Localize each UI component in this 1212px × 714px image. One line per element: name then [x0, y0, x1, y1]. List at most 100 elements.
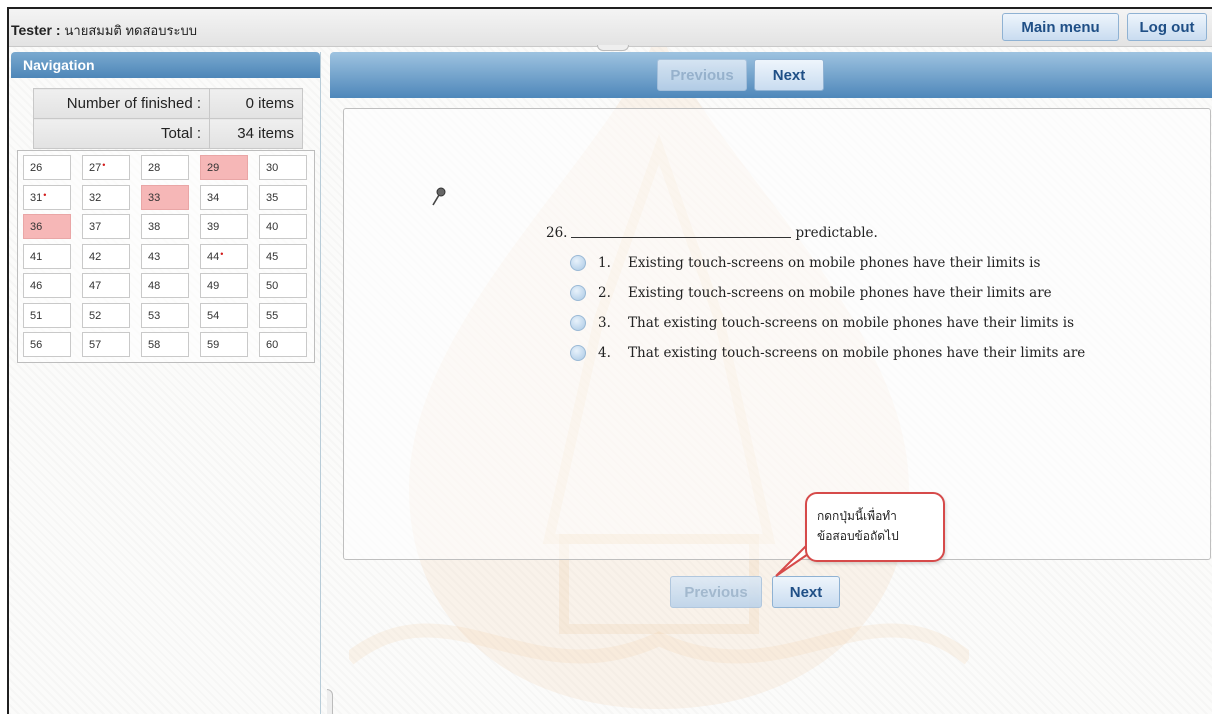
question-nav-number: 33: [148, 191, 161, 204]
question-nav-number: 39: [207, 221, 220, 233]
option-text: Existing touch-screens on mobile phones …: [628, 255, 1041, 271]
pushpin-icon: •: [220, 248, 224, 259]
question-nav-item[interactable]: 44•: [200, 243, 248, 269]
question-nav-item[interactable]: 32: [82, 184, 130, 210]
question-nav-number: 45: [266, 250, 279, 263]
question-nav-item[interactable]: 56: [23, 332, 71, 357]
question-nav-item[interactable]: 50: [259, 273, 307, 298]
option-text: That existing touch-screens on mobile ph…: [628, 315, 1075, 331]
question-nav-number: 41: [30, 250, 43, 263]
question-nav-item[interactable]: 30: [259, 155, 307, 180]
question-nav-item[interactable]: 45: [259, 243, 307, 269]
answer-option[interactable]: 4. That existing touch-screens on mobile…: [570, 343, 1085, 363]
question-nav-item[interactable]: 57: [82, 332, 130, 357]
question-nav-number: 26: [30, 162, 43, 174]
navigation-panel: Navigation Number of finished : 0 items …: [11, 52, 321, 714]
question-nav-item[interactable]: 58: [141, 332, 189, 357]
question-nav-item[interactable]: 41: [23, 243, 71, 269]
radio-button[interactable]: [570, 345, 586, 361]
question-nav-number: 28: [148, 162, 161, 174]
option-text: That existing touch-screens on mobile ph…: [628, 345, 1086, 361]
question-nav-number: 60: [266, 339, 279, 351]
question-nav-item[interactable]: 48: [141, 273, 189, 298]
question-nav-number: 34: [207, 191, 220, 204]
question-grid: 26 27• 28 29 30 31• 32 33 34 35 36 37 38 39 40 41 42 43 44…: [17, 150, 315, 363]
radio-button[interactable]: [570, 315, 586, 331]
question-nav-number: 54: [207, 309, 220, 322]
question-nav-number: 35: [266, 191, 279, 204]
question-nav-number: 52: [89, 309, 102, 322]
question-nav-number: 50: [266, 280, 279, 292]
question-nav-item[interactable]: 35: [259, 184, 307, 210]
question-nav-item[interactable]: 36: [23, 214, 71, 239]
main-panel: Previous Next 26. predictable. 1. Existin…: [330, 52, 1212, 714]
answer-option[interactable]: 2. Existing touch-screens on mobile phon…: [570, 283, 1052, 303]
question-nav-item[interactable]: 46: [23, 273, 71, 298]
question-nav-item[interactable]: 26: [23, 155, 71, 180]
pushpin-icon[interactable]: [431, 187, 447, 207]
question-nav-item[interactable]: 27•: [82, 155, 130, 180]
question-blank: [571, 237, 792, 238]
question-nav-item[interactable]: 52: [82, 302, 130, 328]
question-stem: 26. predictable.: [546, 225, 878, 241]
question-nav-item[interactable]: 29: [200, 155, 248, 180]
log-out-button[interactable]: Log out: [1127, 13, 1207, 41]
next-button-bottom[interactable]: Next: [772, 576, 840, 608]
question-nav-item[interactable]: 55: [259, 302, 307, 328]
answer-option[interactable]: 3. That existing touch-screens on mobile…: [570, 313, 1074, 333]
question-nav-number: 53: [148, 309, 161, 322]
question-nav-item[interactable]: 51: [23, 302, 71, 328]
question-nav-number: 43: [148, 250, 161, 263]
question-nav-number: 46: [30, 280, 43, 292]
question-nav-item[interactable]: 54: [200, 302, 248, 328]
question-nav-item[interactable]: 33: [141, 184, 189, 210]
question-nav-item[interactable]: 28: [141, 155, 189, 180]
question-nav-item[interactable]: 37: [82, 214, 130, 239]
question-suffix: predictable.: [795, 225, 878, 241]
question-nav-item[interactable]: 60: [259, 332, 307, 357]
question-nav-number: 32: [89, 191, 102, 204]
radio-button[interactable]: [570, 285, 586, 301]
pushpin-icon: •: [102, 160, 106, 170]
previous-button-bottom[interactable]: Previous: [670, 576, 762, 608]
option-number: 2.: [598, 285, 611, 301]
question-nav-item[interactable]: 47: [82, 273, 130, 298]
next-button-top[interactable]: Next: [754, 59, 824, 91]
question-nav-item[interactable]: 39: [200, 214, 248, 239]
previous-button-top[interactable]: Previous: [657, 59, 747, 91]
question-nav-item[interactable]: 49: [200, 273, 248, 298]
question-nav-number: 49: [207, 280, 220, 292]
question-nav-item[interactable]: 53: [141, 302, 189, 328]
option-number: 1.: [598, 255, 611, 271]
navigation-title: Navigation: [11, 52, 320, 78]
option-number: 4.: [598, 345, 611, 361]
total-value: 34 items: [209, 118, 303, 149]
question-nav-item[interactable]: 59: [200, 332, 248, 357]
question-nav-item[interactable]: 43: [141, 243, 189, 269]
question-nav-number: 37: [89, 221, 102, 233]
collapse-header-handle[interactable]: [597, 45, 629, 51]
question-nav-number: 29: [207, 162, 220, 174]
question-nav-item[interactable]: 38: [141, 214, 189, 239]
question-nav-number: 40: [266, 221, 279, 233]
question-nav-item[interactable]: 42: [82, 243, 130, 269]
total-label: Total :: [33, 118, 210, 149]
question-nav-number: 57: [89, 339, 102, 351]
main-toolbar: Previous Next: [330, 52, 1212, 98]
app-frame: Tester : นายสมมติ ทดสอบระบบ Main menu Log…: [7, 7, 1212, 714]
question-nav-number: 36: [30, 221, 43, 233]
question-nav-item[interactable]: 40: [259, 214, 307, 239]
question-nav-item[interactable]: 34: [200, 184, 248, 210]
tester-label: Tester :: [11, 22, 61, 38]
option-number: 3.: [598, 315, 611, 331]
question-nav-item[interactable]: 31•: [23, 184, 71, 210]
question-number: 26.: [546, 225, 568, 241]
question-nav-number: 42: [89, 250, 102, 263]
answer-option[interactable]: 1. Existing touch-screens on mobile phon…: [570, 253, 1040, 273]
main-menu-button[interactable]: Main menu: [1002, 13, 1119, 41]
pushpin-icon: •: [43, 189, 47, 200]
finished-value: 0 items: [209, 88, 303, 119]
radio-button[interactable]: [570, 255, 586, 271]
next-hint-callout: กดกปุ่มนี้เพื่อทำข้อสอบข้อถัดไป: [805, 492, 945, 562]
question-nav-number: 27: [89, 162, 102, 174]
